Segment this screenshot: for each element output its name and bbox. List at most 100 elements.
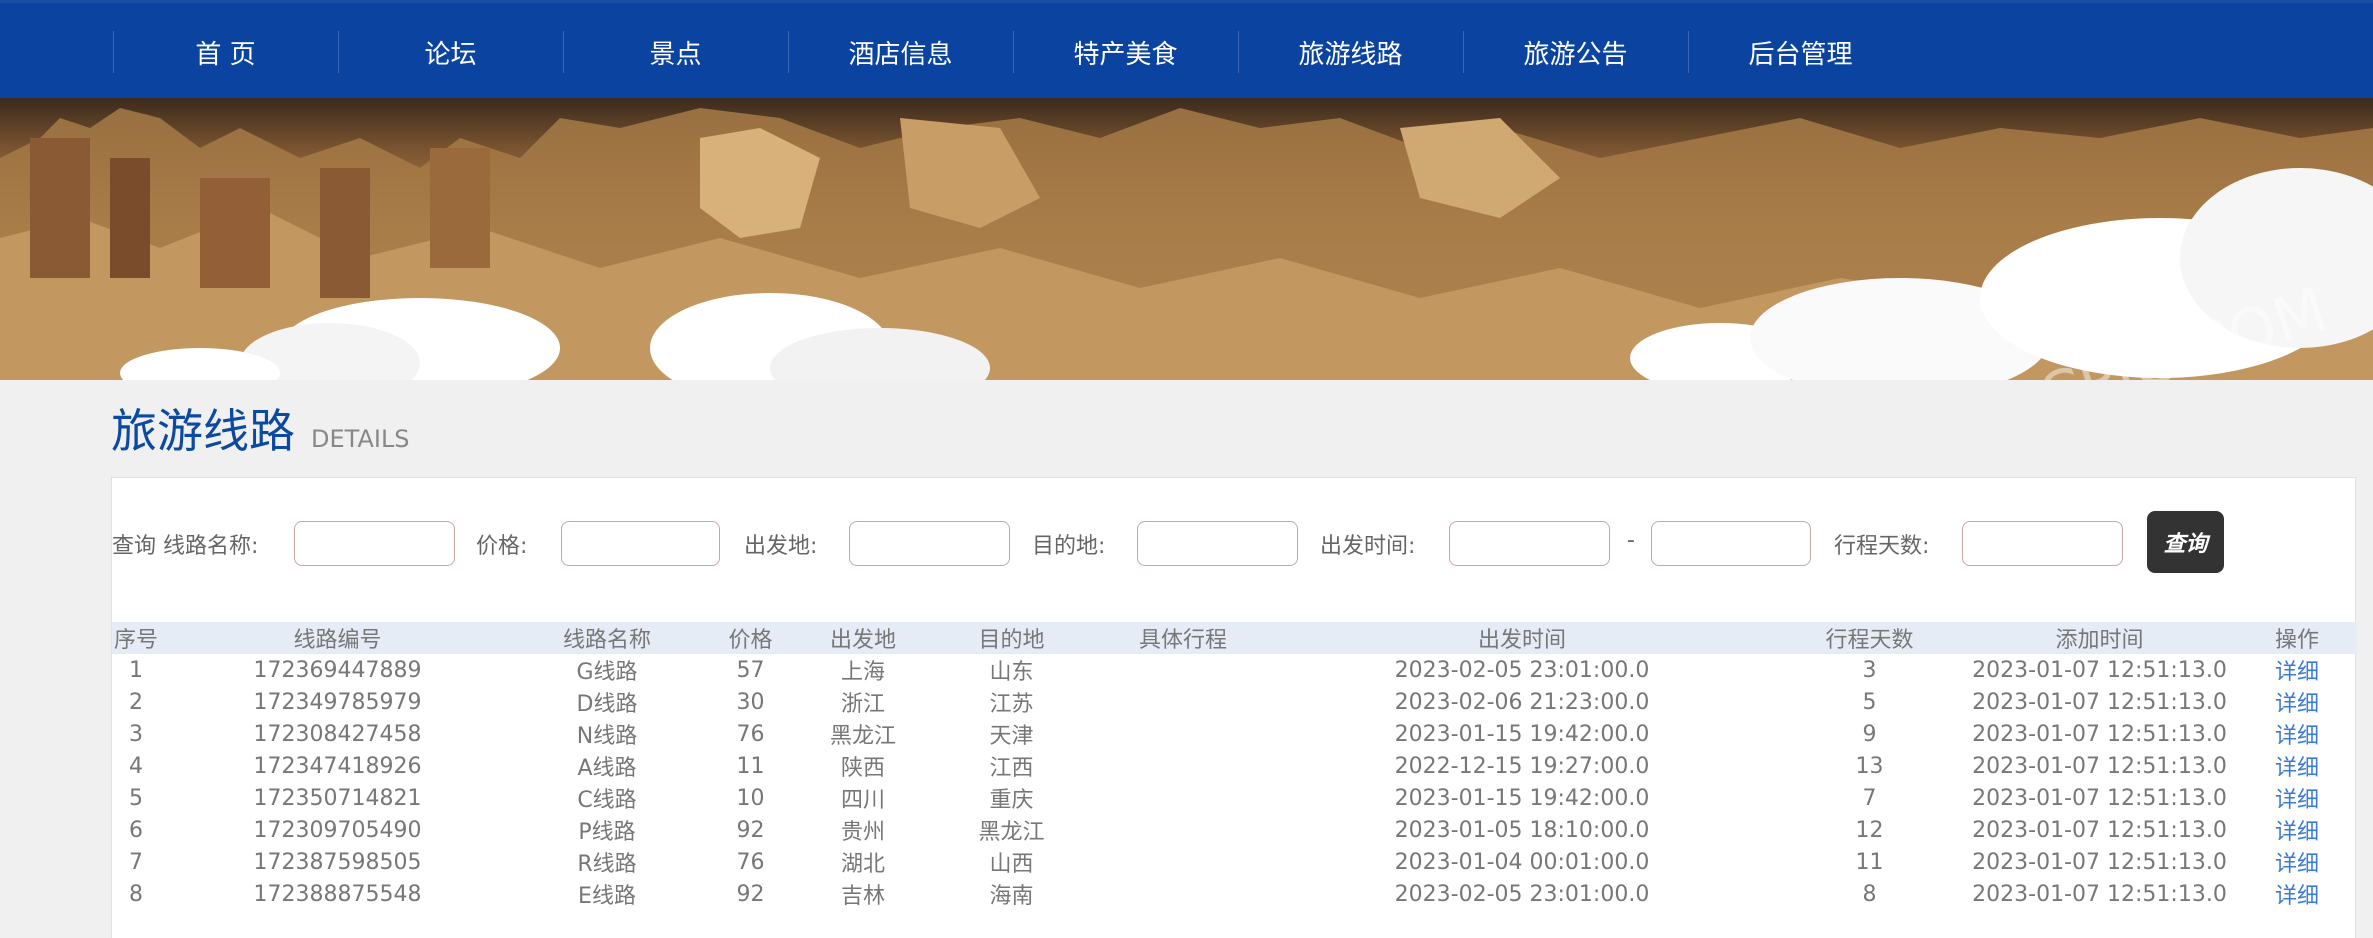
col-header-price: 价格 [728, 628, 773, 653]
cell-origin: 湖北 [840, 852, 885, 877]
col-header-action: 操作 [2274, 628, 2319, 653]
cell-route-id: 172308427458 [253, 721, 422, 747]
cell-added-time: 2023-01-07 12:51:13.0 [1972, 657, 2227, 683]
cell-days: 7 [1862, 785, 1877, 811]
price-input[interactable] [561, 521, 720, 566]
content-panel: 查询 线路名称: 价格: 出发地: 目的地: 出发时间: - 行程天数: 查询 … [111, 477, 2357, 938]
cell-depart-time: 2023-01-15 19:42:00.0 [1394, 721, 1650, 747]
destination-input[interactable] [1137, 521, 1298, 566]
cell-price: 57 [736, 657, 765, 683]
nav-item-routes[interactable]: 旅游线路 [1238, 3, 1463, 101]
origin-input[interactable] [849, 521, 1010, 566]
col-header-destination: 目的地 [978, 628, 1045, 653]
cell-route-name: R线路 [577, 852, 637, 877]
cell-origin: 浙江 [840, 692, 885, 717]
page-title: 旅游线路 DETAILS [111, 395, 410, 461]
table-row: 3 172308427458 N线路 76 黑龙江 天津 2023-01-15 19:42:… [112, 718, 2357, 750]
destination-label: 目的地: [1032, 534, 1106, 559]
cell-depart-time: 2023-01-05 18:10:00.0 [1394, 817, 1650, 843]
route-name-label: 查询 线路名称: [112, 534, 259, 559]
cell-origin: 陕西 [840, 756, 885, 781]
table-row: 5 172350714821 C线路 10 四川 重庆 2023-01-15 19:42:0… [112, 782, 2357, 814]
cell-origin: 吉林 [840, 884, 885, 909]
cell-route-id: 172369447889 [253, 657, 422, 683]
cell-days: 3 [1862, 657, 1877, 683]
nav-item-announcements[interactable]: 旅游公告 [1463, 3, 1688, 101]
cell-route-name: D线路 [576, 692, 638, 717]
detail-link[interactable]: 详细 [2237, 782, 2357, 814]
cell-price: 92 [736, 817, 765, 843]
col-header-index: 序号 [113, 628, 158, 653]
cell-route-name: N线路 [576, 724, 638, 749]
cell-added-time: 2023-01-07 12:51:13.0 [1972, 753, 2227, 779]
table-row: 4 172347418926 A线路 11 陕西 江西 2022-12-15 19:27:0… [112, 750, 2357, 782]
cell-added-time: 2023-01-07 12:51:13.0 [1972, 689, 2227, 715]
cell-route-id: 172309705490 [253, 817, 422, 843]
page-title-subtitle: DETAILS [311, 425, 410, 453]
cell-destination: 天津 [989, 724, 1034, 749]
cell-days: 8 [1862, 881, 1877, 907]
cell-route-name: P线路 [578, 820, 636, 845]
cell-index: 8 [129, 881, 143, 907]
cell-itinerary [1099, 750, 1267, 782]
cell-price: 92 [736, 881, 765, 907]
table-header-row: 序号 线路编号 线路名称 价格 出发地 目的地 具体行程 出发时间 行程天数 添… [112, 622, 2357, 654]
cell-days: 13 [1855, 753, 1884, 779]
table-body: 1 172369447889 G线路 57 上海 山东 2023-02-05 23:01:0… [112, 654, 2357, 910]
cell-index: 3 [129, 721, 143, 747]
cell-itinerary [1099, 686, 1267, 718]
depart-time-start-input[interactable] [1449, 521, 1610, 566]
depart-time-end-input[interactable] [1651, 521, 1811, 566]
col-header-days: 行程天数 [1825, 628, 1914, 653]
nav-item-attractions[interactable]: 景点 [563, 3, 788, 101]
detail-link[interactable]: 详细 [2237, 814, 2357, 846]
detail-link[interactable]: 详细 [2237, 750, 2357, 782]
nav-item-home[interactable]: 首 页 [113, 3, 338, 101]
cell-origin: 上海 [840, 660, 885, 685]
col-header-route-name: 线路名称 [562, 628, 651, 653]
cell-itinerary [1099, 846, 1267, 878]
page-title-text: 旅游线路 [111, 404, 295, 458]
cell-added-time: 2023-01-07 12:51:13.0 [1972, 817, 2227, 843]
cell-price: 30 [736, 689, 765, 715]
cell-added-time: 2023-01-07 12:51:13.0 [1972, 849, 2227, 875]
col-header-origin: 出发地 [829, 628, 896, 653]
cell-itinerary [1099, 814, 1267, 846]
nav-item-hotels[interactable]: 酒店信息 [788, 3, 1013, 101]
route-name-input[interactable] [294, 521, 455, 566]
cell-index: 7 [129, 849, 143, 875]
detail-link[interactable]: 详细 [2237, 654, 2357, 686]
search-button[interactable]: 查询 [2147, 511, 2224, 573]
cell-days: 12 [1855, 817, 1884, 843]
col-header-itinerary: 具体行程 [1138, 628, 1227, 653]
detail-link[interactable]: 详细 [2237, 846, 2357, 878]
cell-itinerary [1099, 782, 1267, 814]
banner-landscape: CPIC.COM [0, 108, 2373, 380]
top-navbar: 首 页 论坛 景点 酒店信息 特产美食 旅游线路 旅游公告 后台管理 [0, 0, 2373, 98]
cell-price: 76 [736, 721, 765, 747]
detail-link[interactable]: 详细 [2237, 686, 2357, 718]
cell-depart-time: 2023-02-06 21:23:00.0 [1394, 689, 1650, 715]
cell-route-name: E线路 [578, 884, 636, 909]
cell-depart-time: 2023-01-04 00:01:00.0 [1394, 849, 1650, 875]
cell-destination: 黑龙江 [978, 820, 1045, 845]
table-row: 1 172369447889 G线路 57 上海 山东 2023-02-05 23:01:0… [112, 654, 2357, 686]
detail-link[interactable]: 详细 [2237, 718, 2357, 750]
cell-itinerary [1099, 654, 1267, 686]
nav-item-forum[interactable]: 论坛 [338, 3, 563, 101]
banner-image: CPIC.COM [0, 98, 2373, 380]
detail-link[interactable]: 详细 [2237, 878, 2357, 910]
cell-route-name: A线路 [577, 756, 637, 781]
price-label: 价格: [476, 534, 528, 559]
trip-days-input[interactable] [1962, 521, 2123, 566]
cell-days: 5 [1862, 689, 1877, 715]
cell-index: 2 [129, 689, 143, 715]
cell-destination: 山东 [989, 660, 1034, 685]
cell-depart-time: 2023-01-15 19:42:00.0 [1394, 785, 1650, 811]
nav-item-admin[interactable]: 后台管理 [1688, 3, 1913, 101]
cell-route-id: 172388875548 [253, 881, 422, 907]
origin-label: 出发地: [744, 534, 818, 559]
nav-item-food[interactable]: 特产美食 [1013, 3, 1238, 101]
cell-added-time: 2023-01-07 12:51:13.0 [1972, 881, 2227, 907]
cell-added-time: 2023-01-07 12:51:13.0 [1972, 721, 2227, 747]
